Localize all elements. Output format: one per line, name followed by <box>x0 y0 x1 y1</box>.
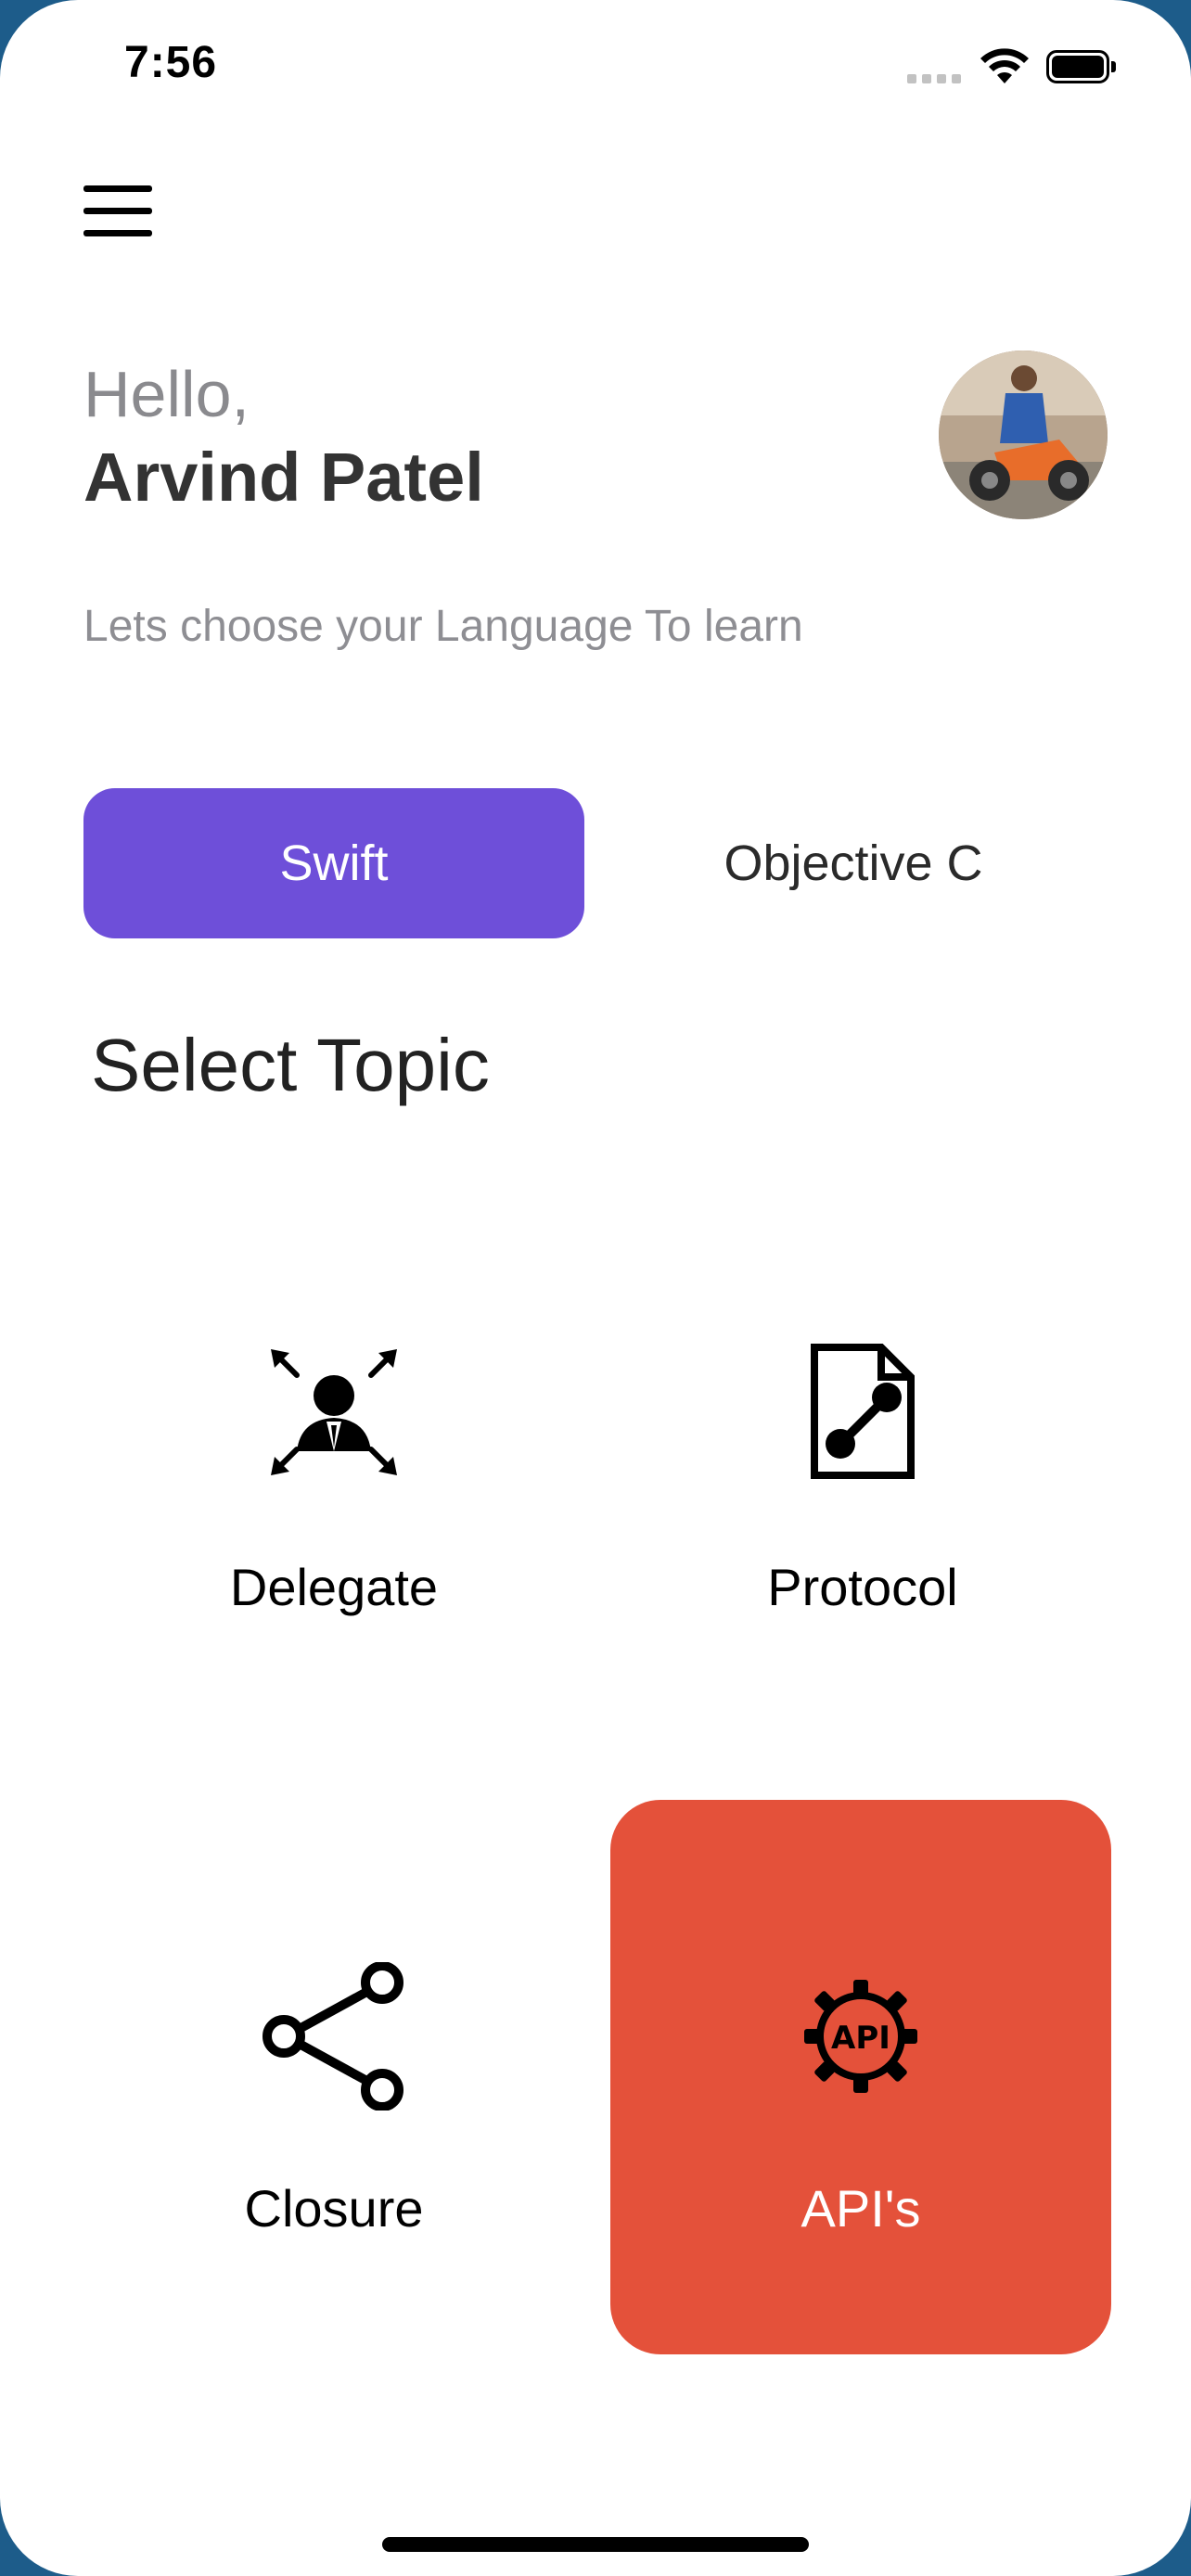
topic-label: Delegate <box>229 1558 439 1616</box>
topic-label: Protocol <box>767 1558 958 1616</box>
section-title: Select Topic <box>91 1024 490 1106</box>
user-name: Arvind Patel <box>83 439 484 516</box>
topic-label: API's <box>800 2179 921 2238</box>
api-gear-icon: API <box>804 1980 917 2093</box>
app-content: 7:56 Hello, Arvind Patel Lets choose you… <box>0 0 1191 2576</box>
wifi-icon <box>980 48 1029 83</box>
tab-objective-c[interactable]: Objective C <box>603 788 1104 938</box>
topic-card-delegate[interactable]: Delegate <box>83 1245 584 1800</box>
protocol-icon <box>811 1344 915 1479</box>
topic-card-closure[interactable]: Closure <box>83 1800 584 2354</box>
home-indicator[interactable] <box>382 2537 809 2552</box>
delegate-icon <box>271 1349 397 1475</box>
topic-card-apis[interactable]: API API's <box>610 1800 1111 2354</box>
avatar[interactable] <box>939 351 1108 519</box>
battery-icon <box>1046 50 1116 83</box>
hamburger-menu-icon[interactable] <box>83 182 154 241</box>
status-time: 7:56 <box>124 38 218 87</box>
avatar-photo <box>939 351 1108 519</box>
topic-card-protocol[interactable]: Protocol <box>612 1245 1113 1800</box>
tab-swift[interactable]: Swift <box>83 788 584 938</box>
subtitle: Lets choose your Language To learn <box>83 602 803 651</box>
cellular-signal-icon <box>907 74 961 83</box>
svg-text:API: API <box>831 2020 890 2057</box>
app-screen: 7:56 Hello, Arvind Patel Lets choose you… <box>0 0 1191 2576</box>
share-icon <box>263 1962 403 2111</box>
greeting-hello: Hello, <box>83 358 250 430</box>
topic-label: Closure <box>244 2179 424 2238</box>
